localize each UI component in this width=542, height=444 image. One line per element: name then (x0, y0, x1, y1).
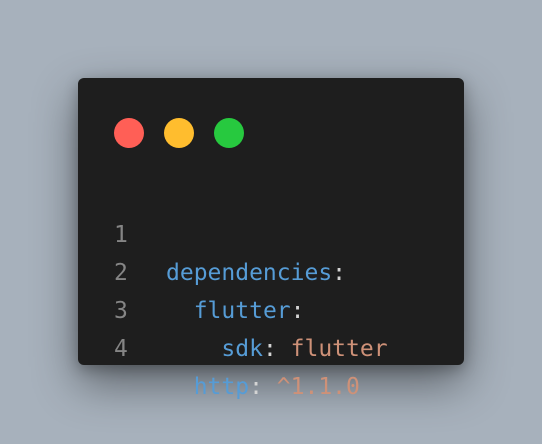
line-source: sdk: flutter (166, 330, 388, 368)
yaml-value: ^1.1.0 (276, 374, 360, 400)
close-dot[interactable] (114, 118, 144, 148)
code-window: 1 dependencies: 2 flutter: 3 sdk: flutte… (78, 78, 464, 400)
yaml-separator: : (249, 374, 277, 400)
code-line: 3 sdk: flutter (78, 254, 464, 362)
yaml-separator: : (262, 336, 291, 362)
window-controls (114, 118, 244, 148)
code-block: 1 dependencies: 2 flutter: 3 sdk: flutte… (78, 178, 464, 400)
code-line: 1 dependencies: (78, 178, 464, 286)
maximize-dot[interactable] (214, 118, 244, 148)
minimize-dot[interactable] (164, 118, 194, 148)
code-line: 2 flutter: (78, 216, 464, 324)
line-number: 4 (114, 336, 128, 362)
yaml-key: sdk (221, 336, 263, 362)
yaml-value: flutter (290, 336, 388, 362)
code-line: 4 http: ^1.1.0 (78, 292, 464, 400)
yaml-key: http (193, 374, 250, 400)
line-source: http: ^1.1.0 (166, 368, 360, 406)
